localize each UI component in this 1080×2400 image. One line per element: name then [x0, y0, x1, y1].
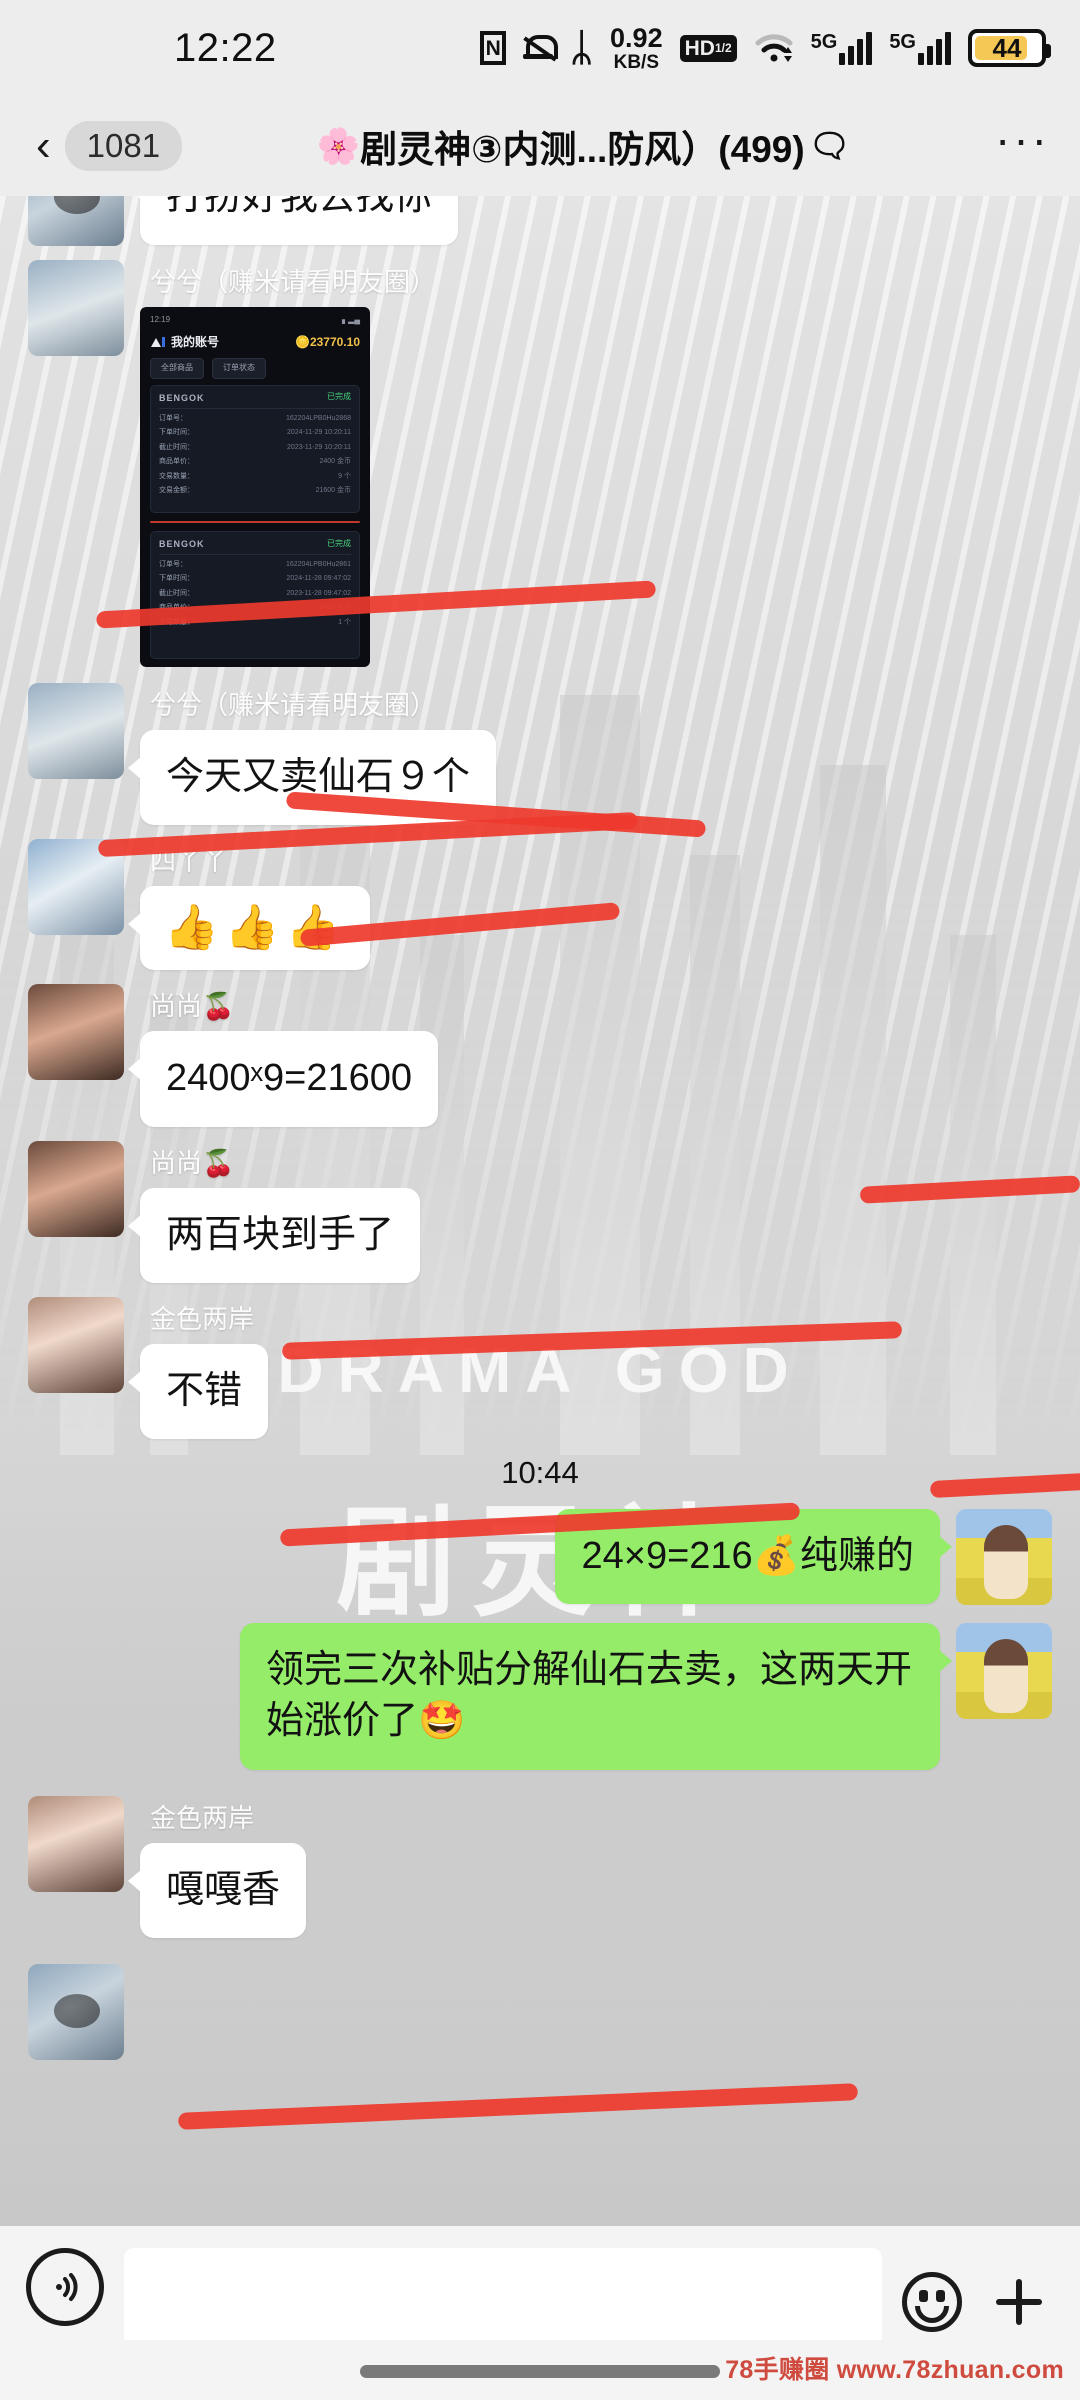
- voice-input-button[interactable]: [26, 2248, 104, 2326]
- shot-status-left: 12:19: [150, 315, 171, 324]
- message-row[interactable]: 尚尚🍒 两百块到手了: [0, 1140, 1080, 1283]
- annotation-line: [150, 520, 360, 523]
- cherry-blossom-icon: 🌸: [316, 126, 361, 166]
- battery-percent: 44: [992, 32, 1022, 63]
- sender-name: 金色两岸: [150, 1802, 255, 1833]
- avatar[interactable]: [28, 1296, 124, 1393]
- message-row[interactable]: 金色两岸 嘎嘎香: [0, 1795, 1080, 1939]
- message-bubble[interactable]: 两百块到手了: [127, 1187, 421, 1283]
- avatar[interactable]: [956, 1623, 1052, 1720]
- message-row[interactable]: 打扮好我去找你: [0, 196, 1080, 246]
- avatar[interactable]: [28, 1964, 124, 2061]
- message-row[interactable]: 兮兮（赚米请看明友圈） 12:19 ▖▂▄ 我的账号 🪙23770.10 全部商…: [0, 260, 1080, 667]
- message-row[interactable]: 领完三次补贴分解仙石去卖，这两天开始涨价了🤩: [0, 1623, 1080, 1770]
- status-icons: N ᛦ 0.92 KB/S HD 1/2 5G 5G 44: [480, 22, 1051, 73]
- back-button[interactable]: ‹: [30, 124, 57, 168]
- shot-filter-chip-1: 全部商品: [150, 357, 204, 379]
- net-speed-value: 0.92: [610, 22, 663, 53]
- message-bubble[interactable]: 2400ˣ9=21600: [128, 1031, 438, 1127]
- battery-icon: 44: [968, 29, 1051, 67]
- message-bubble[interactable]: 领完三次补贴分解仙石去卖，这两天开始涨价了🤩: [240, 1623, 952, 1770]
- sender-name: 金色两岸: [150, 1303, 255, 1334]
- emoji-button[interactable]: [902, 2272, 962, 2332]
- message-bubble[interactable]: 不错: [127, 1343, 269, 1440]
- message-row-partial[interactable]: [0, 1964, 1080, 2061]
- hd-label: HD: [684, 36, 715, 60]
- nfc-label: N: [485, 36, 501, 60]
- message-row[interactable]: 四丫丫 👍👍👍: [0, 839, 1080, 971]
- status-bar: 12:22 N ᛦ 0.92 KB/S HD 1/2 5G 5G 44: [0, 0, 1080, 96]
- sender-name: 兮兮（赚米请看明友圈）: [150, 690, 437, 720]
- sender-name: 尚尚🍒: [150, 991, 235, 1022]
- chat-scroll-area[interactable]: DRAMA GOD 剧灵神 打扮好我去找你 兮兮（赚米请看明友圈） 12:19 …: [0, 196, 1080, 2226]
- message-bubble[interactable]: 嘎嘎香: [127, 1842, 307, 1939]
- unread-count-badge[interactable]: 1081: [64, 121, 183, 171]
- timestamp-divider: 10:44: [501, 1455, 579, 1491]
- voice-icon: [56, 2273, 78, 2301]
- message-row[interactable]: 金色两岸 不错: [0, 1296, 1080, 1440]
- shot-brand-2: BENGOK: [159, 538, 205, 549]
- shot-amount: 🪙23770.10: [294, 334, 360, 349]
- qq-icon: 🗨: [808, 126, 851, 164]
- system-nav-bar: 78手赚圈 www.78zhuan.com: [0, 2340, 1080, 2400]
- net-speed-unit: KB/S: [613, 51, 660, 73]
- avatar[interactable]: [28, 196, 124, 246]
- hd-sup: 1/2: [714, 41, 732, 55]
- network-speed: 0.92 KB/S: [610, 22, 663, 73]
- message-list: 打扮好我去找你 兮兮（赚米请看明友圈） 12:19 ▖▂▄ 我的账号 🪙2377…: [0, 196, 1080, 2226]
- add-more-button[interactable]: [984, 2267, 1054, 2337]
- bell-muted-icon: [523, 31, 559, 65]
- message-row[interactable]: 兮兮（赚米请看明友圈） 今天又卖仙石９个: [0, 683, 1080, 826]
- wifi-icon: [754, 32, 794, 64]
- shot-brand-1: BENGOK: [159, 392, 205, 403]
- chat-header: ‹ 1081 🌸 剧灵神③内测...防风）(499) 🗨 ···: [0, 96, 1080, 196]
- shot-order-card-2: BENGOK 已完成 订单号： 162204LPB0Hu2861 下单时间： 202…: [150, 530, 360, 659]
- avatar[interactable]: [28, 1140, 124, 1237]
- avatar[interactable]: [28, 984, 124, 1081]
- shot-status-2: 已完成: [327, 538, 351, 548]
- avatar[interactable]: [956, 1509, 1052, 1606]
- shot-status-1: 已完成: [327, 392, 351, 402]
- message-bubble[interactable]: 打扮好我去找你: [127, 196, 459, 246]
- page-title[interactable]: 🌸 剧灵神③内测...防风）(499) 🗨: [172, 119, 995, 173]
- signal-label-1: 5G: [810, 31, 838, 53]
- bluetooth-icon: ᛦ: [570, 26, 594, 69]
- shot-status-right: ▖▂▄: [342, 315, 360, 324]
- avatar[interactable]: [28, 260, 124, 356]
- more-options-button[interactable]: ···: [995, 116, 1050, 163]
- chat-title-text: 剧灵神③内测...防风）(499): [360, 129, 805, 170]
- sender-name: 尚尚🍒: [150, 1147, 235, 1178]
- watermark: 78手赚圈 www.78zhuan.com: [725, 2356, 1064, 2384]
- message-row[interactable]: 尚尚🍒 2400ˣ9=21600: [0, 984, 1080, 1127]
- nfc-icon: N: [480, 31, 507, 65]
- shot-app-title: 我的账号: [171, 334, 220, 349]
- hd-volte-icon: HD 1/2: [679, 34, 737, 62]
- shot-order-card-1: BENGOK 已完成 订单号： 162204LPB0Hu2868 下单时间： 202…: [150, 384, 360, 513]
- logo-icon: [151, 336, 165, 347]
- sender-name: 兮兮（赚米请看明友圈）: [150, 267, 437, 297]
- avatar[interactable]: [28, 683, 124, 779]
- shot-filter-chip-2: 订单状态: [212, 357, 266, 379]
- signal-5g-icon-1: 5G: [811, 31, 873, 65]
- home-indicator[interactable]: [360, 2365, 720, 2378]
- signal-5g-icon-2: 5G: [889, 31, 951, 65]
- signal-label-2: 5G: [889, 31, 916, 53]
- status-time: 12:22: [174, 25, 277, 70]
- avatar[interactable]: [28, 1795, 124, 1892]
